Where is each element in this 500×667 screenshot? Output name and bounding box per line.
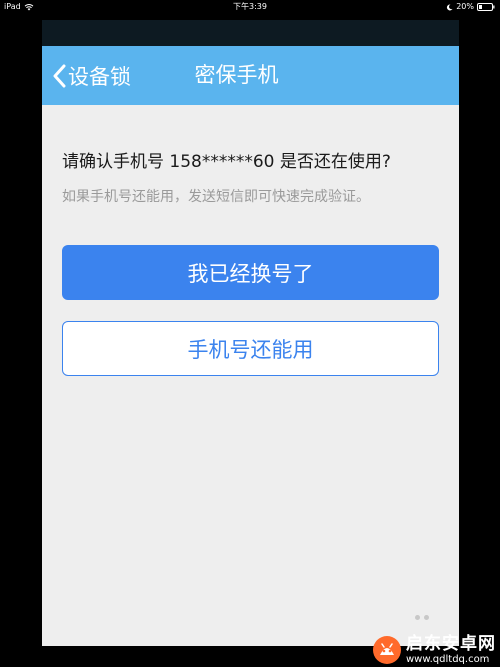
- still-usable-button[interactable]: 手机号还能用: [62, 321, 439, 376]
- content: 请确认手机号 158******60 是否还在使用? 如果手机号还能用，发送短信…: [42, 147, 459, 376]
- watermark-text: 启东安卓网 www.qdltdq.com: [406, 635, 496, 665]
- watermark-name: 启东安卓网: [406, 634, 496, 655]
- app-screen: 设备锁 密保手机 请确认手机号 158******60 是否还在使用? 如果手机…: [42, 20, 459, 646]
- status-right: 20%: [446, 0, 495, 14]
- watermark: 启东安卓网 www.qdltdq.com: [372, 635, 496, 665]
- status-time: 下午3:39: [233, 2, 267, 11]
- watermark-url: www.qdltdq.com: [406, 653, 490, 665]
- confirm-question: 请确认手机号 158******60 是否还在使用?: [62, 152, 391, 172]
- watermark-logo-icon: [372, 635, 402, 665]
- moon-icon: [446, 3, 453, 11]
- battery-icon: [477, 3, 495, 11]
- nav-bar: 设备锁 密保手机: [42, 46, 459, 105]
- app-status-strip: [42, 20, 459, 46]
- battery-percent: 20%: [456, 2, 474, 11]
- changed-number-button[interactable]: 我已经换号了: [62, 245, 439, 300]
- page-title: 密保手机: [194, 63, 279, 87]
- confirm-hint: 如果手机号还能用，发送短信即可快速完成验证。: [62, 189, 370, 205]
- more-dots-icon: [415, 615, 429, 620]
- status-bar: iPad 下午3:39 20%: [0, 0, 500, 14]
